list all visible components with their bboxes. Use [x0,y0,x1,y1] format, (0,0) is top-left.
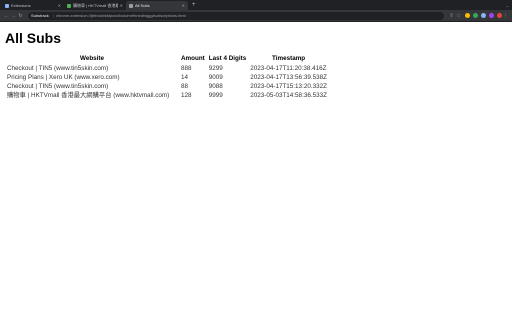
cell-website: Checkout | TIN5 (www.tin5skin.com) [7,65,109,72]
extension-icon[interactable] [489,13,494,18]
table-row: 購物車 | HKTVmall 香港最大網購平台 (www.hktvmall.co… [5,91,329,100]
tab-search-icon[interactable]: ⌄ [506,1,512,10]
puzzle-icon [5,3,9,8]
address-bar[interactable]: Substrack | chrome-extension://jbfnolcbk… [28,11,444,20]
subscriptions-table: Website Amount Last 4 Digits Timestamp C… [5,54,329,100]
table-header-row: Website Amount Last 4 Digits Timestamp [5,54,329,64]
tab-all-subs[interactable]: All Subs ✕ [126,1,188,10]
page-icon [129,3,133,8]
close-icon[interactable]: ✕ [182,3,185,8]
cell-amount: 128 [181,92,192,99]
column-header-timestamp: Timestamp [272,55,306,62]
tab-title: 購物車 | HKTVmall 香港最大網購平台 [73,2,118,8]
page-title: All Subs [5,30,62,46]
cell-website: 購物車 | HKTVmall 香港最大網購平台 (www.hktvmall.co… [7,92,170,99]
cell-amount: 88 [181,83,189,90]
table-row: Checkout | TIN5 (www.tin5skin.com) 88 90… [5,82,329,91]
extension-chip: Substrack [31,13,49,18]
column-header-amount: Amount [181,55,205,62]
cell-last4: 9999 [208,92,223,99]
back-icon[interactable]: ← [3,13,10,19]
table-row: Pricing Plans | Xero UK (www.xero.com) 1… [5,73,329,82]
new-tab-button[interactable]: + [188,1,200,10]
menu-kebab-icon[interactable]: ⋮ [502,13,509,19]
separator: | [52,13,54,18]
tab-strip: Extensions ✕ 購物車 | HKTVmall 香港最大網購平台 ✕ A… [0,0,512,10]
cell-website: Checkout | TIN5 (www.tin5skin.com) [7,83,109,90]
hktvmall-icon [67,3,71,8]
url-text: chrome-extension://jbfnolcbkldpcnclloclo… [55,13,186,18]
close-icon[interactable]: ✕ [58,3,61,8]
browser-window: Extensions ✕ 購物車 | HKTVmall 香港最大網購平台 ✕ A… [0,0,512,320]
extension-icon[interactable] [473,13,478,18]
cell-amount: 14 [181,74,189,81]
cell-last4: 9009 [208,74,223,81]
cell-timestamp: 2023-05-03T14:58:36.533Z [250,92,327,99]
tab-title: Extensions [11,3,31,8]
extension-icon[interactable] [465,13,470,18]
cell-timestamp: 2023-04-17T15:13:20.332Z [250,83,327,90]
extension-icon[interactable] [481,13,486,18]
close-icon[interactable]: ✕ [120,3,123,8]
cell-timestamp: 2023-04-17T11:20:38.416Z [250,65,327,72]
cell-last4: 9088 [208,83,223,90]
bookmark-star-icon[interactable]: ☆ [455,13,462,19]
toolbar: ← → ↻ Substrack | chrome-extension://jbf… [0,10,512,22]
cell-amount: 888 [181,65,192,72]
tab-title: All Subs [135,3,150,8]
tab-hktvmall[interactable]: 購物車 | HKTVmall 香港最大網購平台 ✕ [64,1,126,10]
forward-icon[interactable]: → [10,13,17,19]
tab-extensions[interactable]: Extensions ✕ [2,1,64,10]
column-header-website: Website [79,55,105,62]
column-header-last4: Last 4 Digits [208,55,247,62]
page-content: All Subs Website Amount Last 4 Digits Ti… [0,22,512,108]
cell-last4: 9299 [208,65,223,72]
share-icon[interactable]: ⇪ [448,13,455,19]
cell-website: Pricing Plans | Xero UK (www.xero.com) [7,74,120,81]
table-row: Checkout | TIN5 (www.tin5skin.com) 888 9… [5,64,329,73]
reload-icon[interactable]: ↻ [17,13,24,19]
cell-timestamp: 2023-04-17T13:56:39.538Z [250,74,327,81]
